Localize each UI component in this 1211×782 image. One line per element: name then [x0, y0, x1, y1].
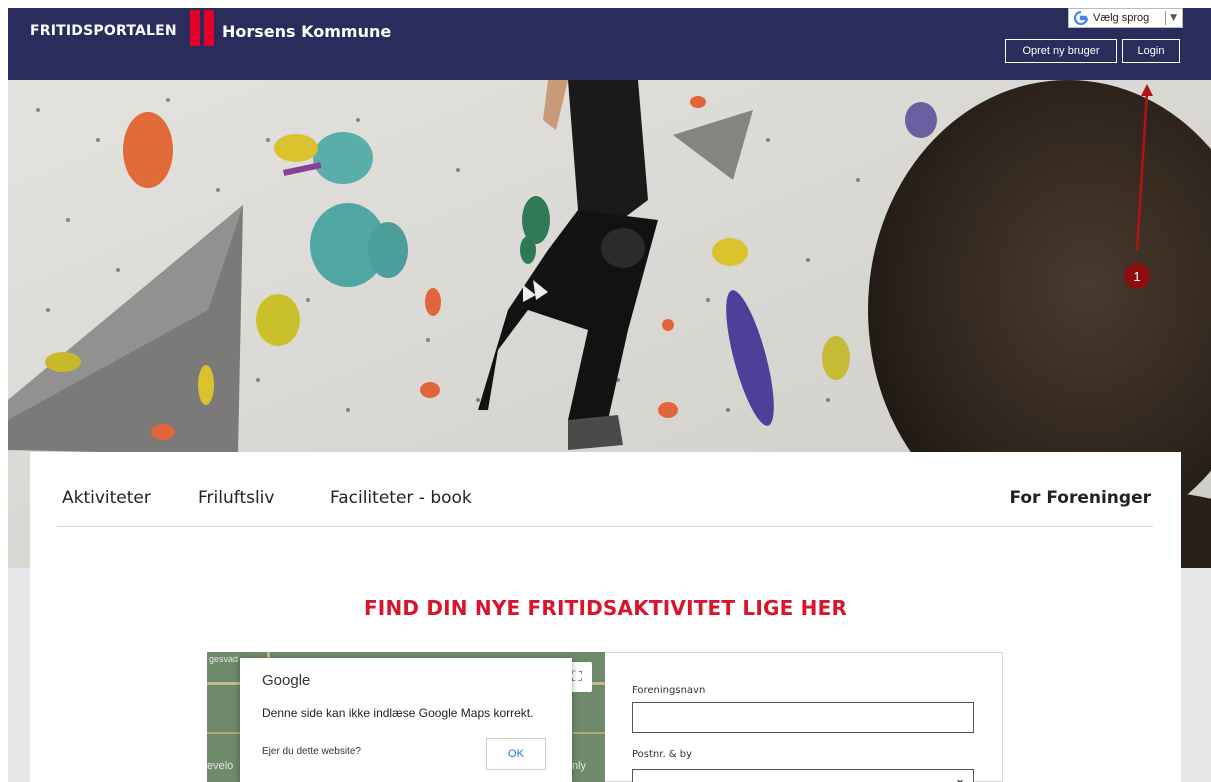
nav-item-faciliteter-book[interactable]: Faciliteter - book [330, 488, 472, 508]
dialog-ok-button[interactable]: OK [486, 738, 546, 770]
nav-item-aktiviteter[interactable]: Aktiviteter [62, 488, 151, 508]
horsens-logo-mark [190, 10, 216, 46]
language-select[interactable]: Vælg sprog ▼ [1068, 8, 1183, 28]
map-place-label: nly [572, 760, 587, 772]
portal-brand[interactable]: FRITIDSPORTALEN [30, 23, 177, 39]
association-input[interactable] [632, 702, 974, 733]
dialog-owner-link[interactable]: Ejer du dette website? [262, 746, 361, 757]
language-select-label: Vælg sprog [1093, 12, 1150, 24]
content-card: Aktiviteter Friluftsliv Faciliteter - bo… [30, 452, 1181, 782]
map-place-label: evelo [207, 760, 234, 772]
login-button[interactable]: Login [1122, 39, 1180, 63]
page-frame: FRITIDSPORTALEN Horsens Kommune Vælg spr… [8, 8, 1211, 782]
main-navigation: Aktiviteter Friluftsliv Faciliteter - bo… [57, 452, 1153, 527]
google-g-icon [1073, 10, 1089, 26]
zip-select[interactable]: ⌄ [632, 769, 974, 782]
dialog-message: Denne side kan ikke indlæse Google Maps … [262, 706, 534, 720]
site-header: FRITIDSPORTALEN Horsens Kommune Vælg spr… [8, 8, 1211, 80]
annotation-badge: 1 [1124, 263, 1150, 289]
association-label: Foreningsnavn [632, 685, 706, 696]
search-form: Foreningsnavn Postnr. & by ⌄ [605, 652, 1003, 782]
chevron-down-icon: ⌄ [954, 772, 965, 782]
chevron-down-icon: ▼ [1170, 13, 1177, 23]
page-headline: FIND DIN NYE FRITIDSAKTIVITET LIGE HER [363, 596, 848, 620]
maps-error-dialog: Google Denne side kan ikke indlæse Googl… [240, 658, 572, 782]
nav-item-friluftsliv[interactable]: Friluftsliv [198, 488, 274, 508]
dialog-title: Google [262, 672, 311, 689]
municipality-name[interactable]: Horsens Kommune [222, 22, 391, 41]
map-place-label: gesvad [209, 654, 239, 664]
language-select-divider [1165, 11, 1167, 25]
signup-button[interactable]: Opret ny bruger [1005, 39, 1117, 63]
nav-item-for-foreninger[interactable]: For Foreninger [1009, 488, 1151, 508]
zip-label: Postnr. & by [632, 749, 693, 760]
